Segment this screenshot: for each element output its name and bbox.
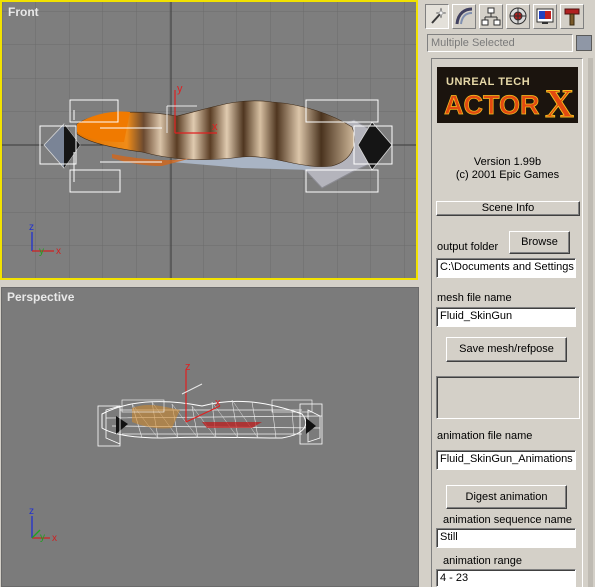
perspective-viewport-canvas[interactable]: z x z x y bbox=[2, 288, 418, 586]
hierarchy-icon bbox=[481, 7, 501, 26]
persp-gizmo-z-label: z bbox=[185, 361, 191, 373]
front-axis-y: y bbox=[39, 246, 44, 257]
mesh-file-field[interactable]: Fluid_SkinGun bbox=[436, 307, 576, 327]
animation-file-label: animation file name bbox=[437, 430, 533, 442]
perspective-gizmo[interactable]: z x bbox=[181, 361, 221, 423]
copyright-text: (c) 2001 Epic Games bbox=[455, 169, 560, 181]
front-viewport[interactable]: y x z x y Front bbox=[0, 0, 418, 280]
front-axis-z: z bbox=[29, 222, 34, 233]
perspective-viewport-label[interactable]: Perspective bbox=[7, 290, 74, 304]
tab-utilities[interactable] bbox=[560, 4, 584, 29]
front-viewport-canvas[interactable]: y x z x y bbox=[2, 2, 416, 278]
sequence-name-label: animation sequence name bbox=[442, 514, 573, 526]
persp-axis-z: z bbox=[29, 506, 34, 517]
actorx-logo: UNREAL TECH ACTOR X bbox=[437, 67, 578, 123]
tab-motion[interactable] bbox=[506, 4, 530, 29]
animation-file-field[interactable]: Fluid_SkinGun_Animations bbox=[436, 450, 576, 470]
selection-name-field[interactable]: Multiple Selected bbox=[427, 34, 573, 52]
command-panel-tabs bbox=[423, 2, 595, 30]
sequence-name-field[interactable]: Still bbox=[436, 528, 576, 548]
tab-modify[interactable] bbox=[452, 4, 476, 29]
front-axis-x: x bbox=[56, 246, 61, 257]
panel-scrollbar[interactable] bbox=[588, 58, 593, 587]
selection-color-swatch[interactable] bbox=[576, 35, 592, 51]
digest-animation-button[interactable]: Digest animation bbox=[446, 485, 567, 509]
display-icon bbox=[536, 8, 554, 24]
logo-top-text: UNREAL TECH bbox=[446, 76, 530, 88]
mesh-file-label: mesh file name bbox=[437, 292, 512, 304]
browse-button[interactable]: Browse bbox=[509, 231, 570, 254]
version-text: Version 1.99b bbox=[473, 156, 542, 168]
output-folder-label: output folder bbox=[437, 241, 499, 253]
animation-range-field[interactable]: 4 - 23 bbox=[436, 569, 576, 587]
modify-curve-icon bbox=[455, 7, 473, 25]
tab-create[interactable] bbox=[425, 4, 449, 29]
output-folder-field[interactable]: C:\Documents and Settings bbox=[436, 258, 576, 278]
perspective-viewport[interactable]: z x z x y Perspective bbox=[1, 287, 419, 587]
wireframe-mesh[interactable] bbox=[97, 399, 323, 447]
persp-gizmo-x-label: x bbox=[215, 397, 221, 409]
tab-display[interactable] bbox=[533, 4, 557, 29]
save-mesh-button[interactable]: Save mesh/refpose bbox=[446, 337, 567, 362]
perspective-axis-tripod: z x y bbox=[29, 506, 57, 544]
status-box bbox=[436, 376, 580, 419]
tab-hierarchy[interactable] bbox=[479, 4, 503, 29]
persp-axis-x: x bbox=[52, 533, 57, 544]
persp-axis-y: y bbox=[40, 532, 45, 543]
animation-range-label: animation range bbox=[443, 555, 522, 567]
logo-x-text: X bbox=[545, 81, 574, 123]
gizmo-x-label: x bbox=[212, 121, 218, 133]
logo-bottom-text: ACTOR bbox=[444, 90, 540, 120]
motion-icon bbox=[509, 7, 527, 25]
create-wand-icon bbox=[431, 7, 447, 24]
utilities-hammer-icon bbox=[564, 8, 580, 26]
front-viewport-label[interactable]: Front bbox=[8, 5, 39, 19]
gizmo-y-label: y bbox=[177, 83, 183, 95]
scene-info-button[interactable]: Scene Info bbox=[436, 201, 580, 216]
